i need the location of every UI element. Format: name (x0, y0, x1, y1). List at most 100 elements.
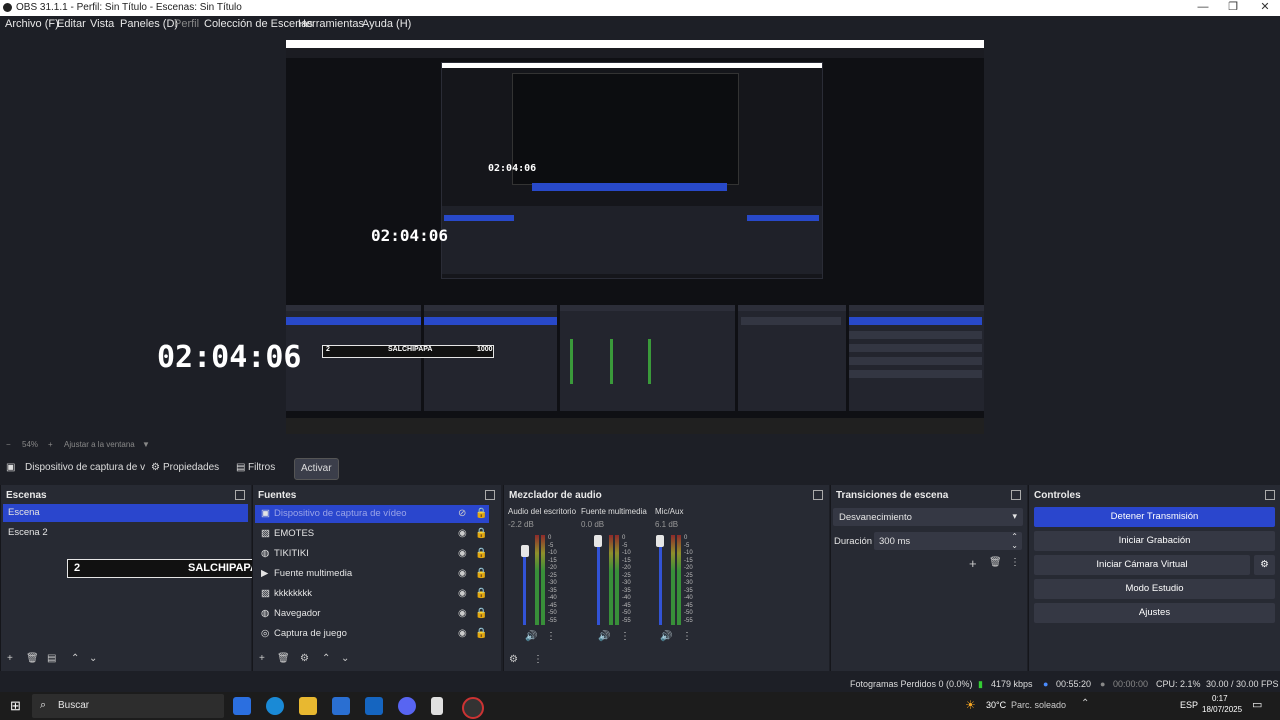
fit-window-label[interactable]: Ajustar a la ventana (64, 440, 135, 449)
gear-icon[interactable]: ⚙ (300, 653, 309, 664)
duration-field[interactable]: 300 ms ⌃ ⌄ (874, 532, 1022, 550)
close-button[interactable]: ✕ (1250, 0, 1280, 16)
clock-time[interactable]: 0:17 (1212, 694, 1228, 703)
kebab-menu-icon[interactable]: ⋮ (1010, 557, 1020, 568)
scene-item[interactable]: Escena 2 (3, 524, 248, 542)
chevron-down-icon[interactable]: ⌄ (89, 653, 97, 664)
zoom-out-button[interactable]: − (6, 440, 11, 449)
outlook-icon[interactable] (365, 697, 383, 715)
source-label: kkkkkkkk (274, 588, 312, 599)
scene-item[interactable]: Escena (3, 504, 248, 522)
source-item[interactable]: ◍ Navegador ◉ 🔒 (255, 605, 489, 623)
dock-float-icon[interactable] (235, 490, 245, 500)
dock-float-icon[interactable] (1265, 490, 1275, 500)
eye-slash-icon[interactable]: ⊘ (458, 505, 466, 523)
menu-perfil[interactable]: Perfil (174, 18, 199, 30)
eye-icon[interactable]: ◉ (458, 585, 467, 603)
properties-button[interactable]: Propiedades (163, 456, 219, 480)
kebab-menu-icon[interactable]: ⋮ (620, 631, 630, 642)
source-item[interactable]: ▣ Dispositivo de captura de vídeo ⊘ 🔒 (255, 505, 489, 523)
virtual-camera-settings-button[interactable]: ⚙ (1254, 555, 1275, 575)
menu-paneles[interactable]: Paneles (D) (120, 18, 178, 30)
stop-streaming-button[interactable]: Detener Transmisión (1034, 507, 1275, 527)
dock-float-icon[interactable] (813, 490, 823, 500)
source-item[interactable]: ◍ TIKITIKI ◉ 🔒 (255, 545, 489, 563)
chevron-up-icon[interactable]: ⌃ (322, 653, 330, 664)
tray-chevron-icon[interactable]: ⌃ (1081, 698, 1089, 709)
volume-slider-media[interactable] (597, 547, 600, 625)
image-icon: ▨ (261, 528, 270, 539)
speaker-icon[interactable]: 🔊 (598, 631, 610, 642)
studio-mode-button[interactable]: Modo Estudio (1034, 579, 1275, 599)
eye-icon[interactable]: ◉ (458, 545, 467, 563)
eye-icon[interactable]: ◉ (458, 525, 467, 543)
minimize-button[interactable]: — (1188, 0, 1218, 16)
lock-icon[interactable]: 🔒 (475, 525, 487, 543)
copilot-icon[interactable] (233, 697, 251, 715)
trash-icon[interactable]: 🗑 (26, 653, 39, 664)
lock-icon[interactable]: 🔒 (475, 565, 487, 583)
menu-ayuda[interactable]: Ayuda (H) (362, 18, 411, 30)
kebab-menu-icon[interactable]: ⋮ (533, 654, 543, 665)
language-indicator[interactable]: ESP (1180, 700, 1198, 710)
start-recording-button[interactable]: Iniciar Grabación (1034, 531, 1275, 551)
add-icon[interactable]: + (7, 653, 13, 664)
speaker-icon[interactable]: 🔊 (660, 631, 672, 642)
source-item[interactable]: ▨ kkkkkkkk ◉ 🔒 (255, 585, 489, 603)
spin-icon[interactable]: ⌃ ⌄ (1011, 532, 1018, 550)
notepad-icon[interactable] (431, 697, 443, 715)
obs-taskbar-icon[interactable] (462, 697, 484, 719)
chevron-down-icon[interactable]: ⌄ (341, 653, 349, 664)
transition-select[interactable]: Desvanecimiento ▾ (833, 508, 1023, 526)
clock-date[interactable]: 18/07/2025 (1202, 705, 1242, 714)
volume-slider-mic[interactable] (659, 547, 662, 625)
notification-icon[interactable]: ▭ (1252, 698, 1262, 711)
activate-button[interactable]: Activar (294, 458, 339, 480)
lock-icon[interactable]: 🔒 (475, 625, 487, 643)
trash-icon[interactable]: 🗑 (277, 653, 290, 664)
volume-knob[interactable] (656, 535, 664, 547)
volume-slider-desktop[interactable] (523, 547, 526, 625)
add-icon[interactable]: + (969, 556, 977, 571)
discord-icon[interactable] (398, 697, 416, 715)
windows-start-icon[interactable]: ⊞ (10, 698, 21, 714)
lock-icon[interactable]: 🔒 (475, 545, 487, 563)
maximize-button[interactable]: ❐ (1218, 0, 1248, 16)
source-item[interactable]: ▨ EMOTES ◉ 🔒 (255, 525, 489, 543)
advanced-audio-icon[interactable]: ⚙ (509, 654, 518, 665)
chevron-up-icon[interactable]: ⌃ (71, 653, 79, 664)
source-item[interactable]: ◎ Captura de juego ◉ 🔒 (255, 625, 489, 643)
dock-float-icon[interactable] (485, 490, 495, 500)
eye-icon[interactable]: ◉ (458, 605, 467, 623)
eye-icon[interactable]: ◉ (458, 565, 467, 583)
settings-button[interactable]: Ajustes (1034, 603, 1275, 623)
eye-icon[interactable]: ◉ (458, 625, 467, 643)
lock-icon[interactable]: 🔒 (475, 605, 487, 623)
store-icon[interactable] (332, 697, 350, 715)
edge-icon[interactable] (266, 697, 284, 715)
volume-knob[interactable] (594, 535, 602, 547)
kebab-menu-icon[interactable]: ⋮ (546, 631, 556, 642)
lock-icon[interactable]: 🔒 (475, 505, 487, 523)
file-explorer-icon[interactable] (299, 697, 317, 715)
kebab-menu-icon[interactable]: ⋮ (682, 631, 692, 642)
menu-archivo[interactable]: Archivo (F) (5, 18, 59, 30)
lock-icon[interactable]: 🔒 (475, 585, 487, 603)
trash-icon[interactable]: 🗑 (989, 557, 1002, 568)
menu-vista[interactable]: Vista (90, 18, 114, 30)
menu-herramientas[interactable]: Herramientas (298, 18, 364, 30)
chevron-down-icon[interactable]: ▼ (142, 440, 150, 449)
menu-editar[interactable]: Editar (57, 18, 86, 30)
start-virtual-camera-button[interactable]: Iniciar Cámara Virtual (1034, 555, 1250, 575)
taskbar-search[interactable]: ⌕ Buscar (32, 694, 224, 718)
camera-icon: ▣ (6, 462, 16, 473)
filters-button[interactable]: Filtros (248, 456, 275, 480)
filter-icon[interactable]: ▤ (47, 653, 56, 664)
add-icon[interactable]: + (259, 653, 265, 664)
volume-knob[interactable] (521, 545, 529, 557)
menu-coleccion[interactable]: Colección de Escenas (204, 18, 313, 30)
source-item[interactable]: ▶ Fuente multimedia ◉ 🔒 (255, 565, 489, 583)
speaker-icon[interactable]: 🔊 (525, 631, 537, 642)
dock-float-icon[interactable] (1011, 490, 1021, 500)
zoom-in-button[interactable]: + (48, 440, 53, 449)
